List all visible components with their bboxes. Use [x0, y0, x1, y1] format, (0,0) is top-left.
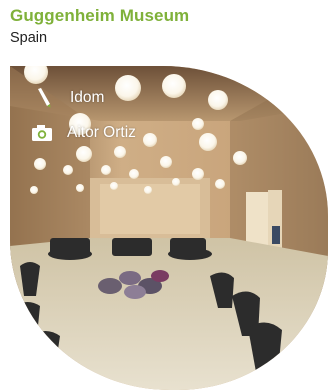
credit-photographer: Aitor Ortiz	[31, 123, 136, 143]
museum-photo	[10, 66, 328, 390]
pencil-icon	[34, 88, 56, 108]
location-subtitle: Spain	[10, 30, 48, 46]
credit-designer: Idom	[34, 88, 104, 108]
credit-photographer-label: Aitor Ortiz	[67, 124, 136, 141]
credit-designer-label: Idom	[70, 89, 105, 106]
camera-icon	[31, 123, 53, 143]
page-title: Guggenheim Museum	[10, 6, 190, 25]
